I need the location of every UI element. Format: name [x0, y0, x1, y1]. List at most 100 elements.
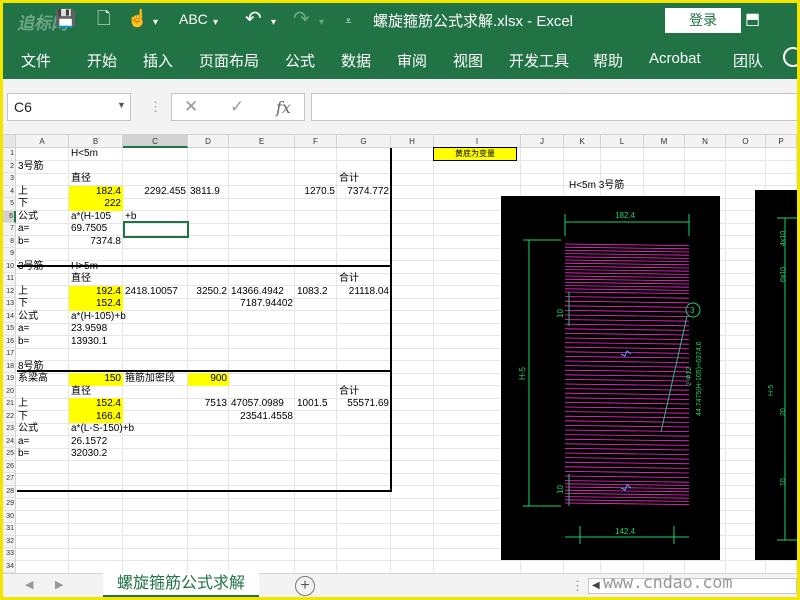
column-header[interactable]: D	[188, 135, 229, 148]
cell-a23[interactable]: 公式	[16, 423, 69, 436]
cell-a14[interactable]: 公式	[16, 311, 69, 324]
cell-g11[interactable]: 合计	[337, 273, 391, 286]
row-header[interactable]: 5	[3, 198, 16, 211]
tab-file[interactable]: 文件	[21, 50, 51, 71]
column-header[interactable]: N	[685, 135, 726, 148]
enter-icon[interactable]: ✓	[230, 97, 244, 117]
rebar-drawing-image-2[interactable]: 4x10 6x10 H-5 20 10	[755, 190, 797, 560]
cell-b20[interactable]: 直径	[69, 386, 123, 399]
row-header[interactable]: 32	[3, 535, 16, 548]
cell-a19[interactable]: 系梁高	[16, 373, 69, 386]
tab-help[interactable]: 帮助	[593, 50, 623, 71]
row-header[interactable]: 7	[3, 223, 16, 236]
undo-dropdown-icon[interactable]: ▾	[271, 11, 276, 35]
touch-dropdown-icon[interactable]: ▾	[153, 11, 158, 35]
cell-b15[interactable]: 23.9598	[69, 323, 123, 336]
row-header[interactable]: 2	[3, 160, 16, 173]
cell-c12[interactable]: 2418.10057	[123, 286, 188, 299]
cell-a12[interactable]: 上	[16, 286, 69, 299]
tab-team[interactable]: 团队	[733, 50, 763, 71]
cell-b19[interactable]: 150	[69, 373, 123, 386]
row-header[interactable]: 19	[3, 373, 16, 386]
cell-f21[interactable]: 1001.5	[295, 398, 337, 411]
cell-b1[interactable]: H<5m	[69, 148, 123, 161]
cell-e13[interactable]: 7187.94402	[229, 298, 295, 311]
row-header[interactable]: 13	[3, 298, 16, 311]
cell-b25[interactable]: 32030.2	[69, 448, 123, 461]
cell-a15[interactable]: a=	[16, 323, 69, 336]
cancel-icon[interactable]: ✕	[184, 97, 198, 117]
cell-b14[interactable]: a*(H-105)+b	[69, 311, 126, 324]
scroll-left-icon[interactable]: ◀	[592, 580, 600, 591]
row-header[interactable]: 31	[3, 523, 16, 536]
cell-a8[interactable]: b=	[16, 236, 69, 249]
save-icon[interactable]: 💾	[55, 7, 76, 31]
name-box-dropdown-icon[interactable]: ▼	[117, 100, 126, 110]
name-box[interactable]: C6	[7, 93, 131, 121]
row-header[interactable]: 15	[3, 323, 16, 336]
tab-formulas[interactable]: 公式	[285, 50, 315, 71]
tab-home[interactable]: 开始	[87, 50, 117, 71]
cell-b23[interactable]: a*(L-S-150)+b	[69, 423, 134, 436]
row-header[interactable]: 8	[3, 235, 16, 248]
touch-mode-icon[interactable]: ☝	[127, 7, 148, 31]
column-header[interactable]: L	[601, 135, 644, 148]
tab-page-layout[interactable]: 页面布局	[199, 50, 259, 71]
cell-c19[interactable]: 箍筋加密段	[123, 373, 188, 386]
row-header[interactable]: 24	[3, 435, 16, 448]
cell-c4[interactable]: 2292.455	[123, 186, 188, 199]
cell-b13[interactable]: 152.4	[69, 298, 123, 311]
tab-insert[interactable]: 插入	[143, 50, 173, 71]
insert-function-icon[interactable]: fx	[276, 98, 291, 117]
row-header[interactable]: 9	[3, 248, 16, 261]
cell-b8[interactable]: 7374.8	[69, 236, 123, 249]
column-header[interactable]: A	[16, 135, 69, 148]
row-header[interactable]: 3	[3, 173, 16, 186]
cell-a25[interactable]: b=	[16, 448, 69, 461]
login-button[interactable]: 登录	[665, 8, 741, 33]
sheet-tab-active[interactable]: 螺旋箍筋公式求解	[103, 573, 259, 597]
row-header[interactable]: 34	[3, 560, 16, 573]
cell-b4[interactable]: 182.4	[69, 185, 123, 198]
row-header[interactable]: 14	[3, 310, 16, 323]
row-header[interactable]: 25	[3, 448, 16, 461]
column-header[interactable]: K	[564, 135, 601, 148]
column-header[interactable]: C	[123, 135, 188, 148]
cell-g4[interactable]: 7374.772	[337, 186, 391, 199]
cell-b16[interactable]: 13930.1	[69, 336, 123, 349]
row-header[interactable]: 11	[3, 273, 16, 286]
cell-g12[interactable]: 21118.04	[337, 286, 391, 299]
cell-a7[interactable]: a=	[16, 223, 69, 236]
redo-dropdown-icon[interactable]: ▾	[319, 11, 324, 35]
customize-qat-icon[interactable]: ⩡	[345, 9, 352, 33]
cell-f4[interactable]: 1270.5	[295, 186, 337, 199]
cell-a24[interactable]: a=	[16, 436, 69, 449]
spelling-icon[interactable]: ABC	[179, 7, 208, 31]
cell-a6[interactable]: 公式	[16, 211, 69, 224]
cell-d12[interactable]: 3250.2	[188, 286, 229, 299]
cell-d21[interactable]: 7513	[188, 398, 229, 411]
drag-handle-icon[interactable]: ⋮	[149, 99, 162, 115]
row-header[interactable]: 12	[3, 285, 16, 298]
select-all-corner[interactable]	[3, 135, 16, 148]
cell-a22[interactable]: 下	[16, 411, 69, 424]
row-header[interactable]: 10	[3, 260, 16, 273]
row-header[interactable]: 28	[3, 485, 16, 498]
cell-b22[interactable]: 166.4	[69, 410, 123, 423]
cell-a16[interactable]: b=	[16, 336, 69, 349]
column-header[interactable]: E	[229, 135, 295, 148]
cell-f12[interactable]: 1083.2	[295, 286, 337, 299]
column-header[interactable]: O	[726, 135, 766, 148]
row-header[interactable]: 21	[3, 398, 16, 411]
ribbon-display-options-icon[interactable]: ⬒	[745, 9, 760, 29]
add-sheet-icon[interactable]: +	[295, 576, 315, 596]
tab-review[interactable]: 审阅	[397, 50, 427, 71]
new-file-icon[interactable]: 🗋	[97, 7, 111, 31]
row-header[interactable]: 6	[3, 210, 16, 223]
row-header[interactable]: 33	[3, 548, 16, 561]
cell-e21[interactable]: 47057.0989	[229, 398, 295, 411]
column-header[interactable]: H	[391, 135, 434, 148]
redo-icon[interactable]: ↷	[293, 7, 310, 31]
cell-g21[interactable]: 55571.69	[337, 398, 391, 411]
formula-input[interactable]	[311, 93, 797, 121]
